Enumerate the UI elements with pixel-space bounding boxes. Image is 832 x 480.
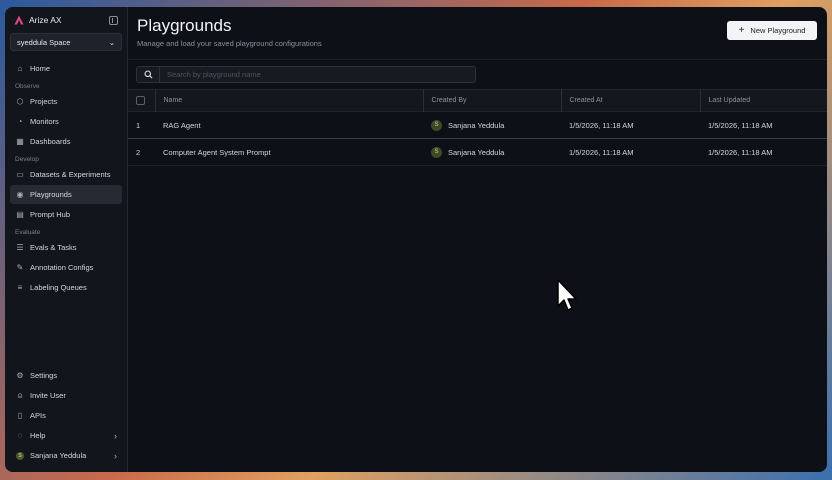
sidebar-item-label: Annotation Configs [30,263,94,272]
created-at-cell: 1/5/2026, 11:18 AM [569,120,634,130]
table-row[interactable]: 1 RAG Agent S Sanjana Yeddula 1/5/2026, … [128,112,827,139]
sidebar-item-label: Home [30,64,51,73]
app-window: Arize AX syeddula Space ⌄ ⌂ Home Observe… [5,7,827,472]
sidebar-item-apis[interactable]: ▯ APIs [10,406,122,425]
sidebar-item-monitors[interactable]: ◔ Monitors [10,112,122,131]
creator-name: Sanjana Yeddula [448,120,505,130]
sidebar-item-label: Prompt Hub [30,210,71,219]
created-at-cell: 1/5/2026, 11:18 AM [569,147,634,157]
sidebar-item-projects[interactable]: ⬡ Projects [10,92,122,111]
column-header-created-at[interactable]: Created At [560,89,700,112]
sidebar-item-annotation-configs[interactable]: ✎ Annotation Configs [10,258,122,277]
space-selector[interactable]: syeddula Space ⌄ [10,33,122,51]
list-check-icon: ☰ [16,243,24,252]
playgrounds-table: Name Created By Created At Last Updated … [128,89,827,166]
prompt-hub-icon: ▤ [16,210,24,219]
help-icon: ◌ [17,431,23,440]
search-button[interactable] [136,66,160,83]
table-row[interactable]: 2 Computer Agent System Prompt S Sanjana… [128,139,827,166]
playground-icon: ◉ [16,190,24,199]
search-input[interactable] [160,66,476,83]
page-subtitle: Manage and load your saved playground co… [137,39,322,48]
sidebar-item-label: Invite User [30,391,66,400]
search-toolbar [128,59,827,89]
sidebar-item-label: Projects [30,97,58,106]
sidebar-item-playgrounds[interactable]: ◉ Playgrounds [10,185,122,204]
section-observe: Observe [15,83,40,90]
page-header: Playgrounds Manage and load your saved p… [128,7,827,59]
new-playground-button[interactable]: + New Playground [727,21,817,40]
avatar: S [431,146,442,158]
document-icon: ▯ [17,411,23,420]
creator: S Sanjana Yeddula [431,119,553,131]
sidebar-item-settings[interactable]: ⚙ Settings [10,366,122,385]
sidebar-item-label: Sanjana Yeddula [30,451,87,460]
sidebar-item-label: Settings [30,371,58,380]
gear-icon: ⚙ [16,371,24,380]
created-by-cell: S Sanjana Yeddula [423,112,561,139]
mouse-cursor-icon [557,279,577,311]
queue-icon: ≡ [17,283,23,292]
avatar: S [16,451,24,460]
column-header-name[interactable]: Name [154,89,423,112]
sidebar-item-prompt-hub[interactable]: ▤ Prompt Hub [10,205,122,224]
creator-name: Sanjana Yeddula [448,147,505,157]
sidebar-item-labeling-queues[interactable]: ≡ Labeling Queues [10,278,122,297]
search-icon [143,70,153,79]
sidebar-item-datasets[interactable]: ▭ Datasets & Experiments [10,165,122,184]
chevron-down-icon: ⌄ [108,37,115,47]
sidebar-item-user[interactable]: S Sanjana Yeddula › [10,446,122,465]
select-all-header [128,90,155,112]
sidebar: Arize AX syeddula Space ⌄ ⌂ Home Observe… [5,7,128,472]
folder-icon: ▭ [16,170,24,179]
plus-icon: + [738,25,745,36]
dashboard-icon: ▦ [16,137,24,146]
sidebar-item-label: Playgrounds [30,190,72,199]
last-updated-cell: 1/5/2026, 11:18 AM [708,147,773,157]
row-index: 2 [136,147,141,157]
bell-icon: ◔ [17,117,23,126]
sidebar-item-label: Help [30,431,46,440]
select-all-checkbox[interactable] [136,96,145,105]
sidebar-item-dashboards[interactable]: ▦ Dashboards [10,132,122,151]
sidebar-item-label: Evals & Tasks [30,243,77,252]
creator: S Sanjana Yeddula [431,146,553,158]
section-develop: Develop [15,156,39,163]
sidebar-item-label: APIs [30,411,46,420]
annotation-icon: ✎ [16,263,24,272]
chevron-right-icon: › [114,430,117,441]
avatar: S [431,119,442,131]
table-header-row: Name Created By Created At Last Updated [128,89,827,112]
column-header-created-by[interactable]: Created By [422,89,561,112]
playground-name[interactable]: Computer Agent System Prompt [155,139,423,166]
created-by-cell: S Sanjana Yeddula [423,139,561,166]
sidebar-item-evals[interactable]: ☰ Evals & Tasks [10,238,122,257]
user-avatar-wrap: S [15,451,25,461]
home-icon: ⌂ [17,64,23,73]
page-title: Playgrounds [137,16,232,35]
chevron-right-icon: › [114,450,117,461]
sidebar-item-home[interactable]: ⌂ Home [10,59,122,78]
new-playground-label: New Playground [750,26,806,35]
sidebar-item-help[interactable]: ◌ Help › [10,426,122,445]
sidebar-item-label: Datasets & Experiments [30,170,111,179]
last-updated-cell: 1/5/2026, 11:18 AM [708,120,773,130]
sidebar-item-label: Labeling Queues [30,283,87,292]
row-index: 1 [136,120,141,130]
brand: Arize AX [10,13,122,27]
user-plus-icon: ⍝ [17,390,23,400]
sidebar-item-label: Monitors [30,117,59,126]
section-evaluate: Evaluate [15,229,41,236]
sidebar-item-label: Dashboards [30,137,71,146]
main-content: Playgrounds Manage and load your saved p… [128,7,827,472]
playground-name[interactable]: RAG Agent [155,112,423,139]
app-name: Arize AX [29,15,62,25]
sidebar-item-invite-user[interactable]: ⍝ Invite User [10,386,122,405]
space-label: syeddula Space [17,37,71,47]
column-header-last-updated[interactable]: Last Updated [699,89,827,112]
arize-logo-icon [14,15,24,25]
cube-icon: ⬡ [16,97,24,106]
collapse-sidebar-icon[interactable] [109,15,118,25]
